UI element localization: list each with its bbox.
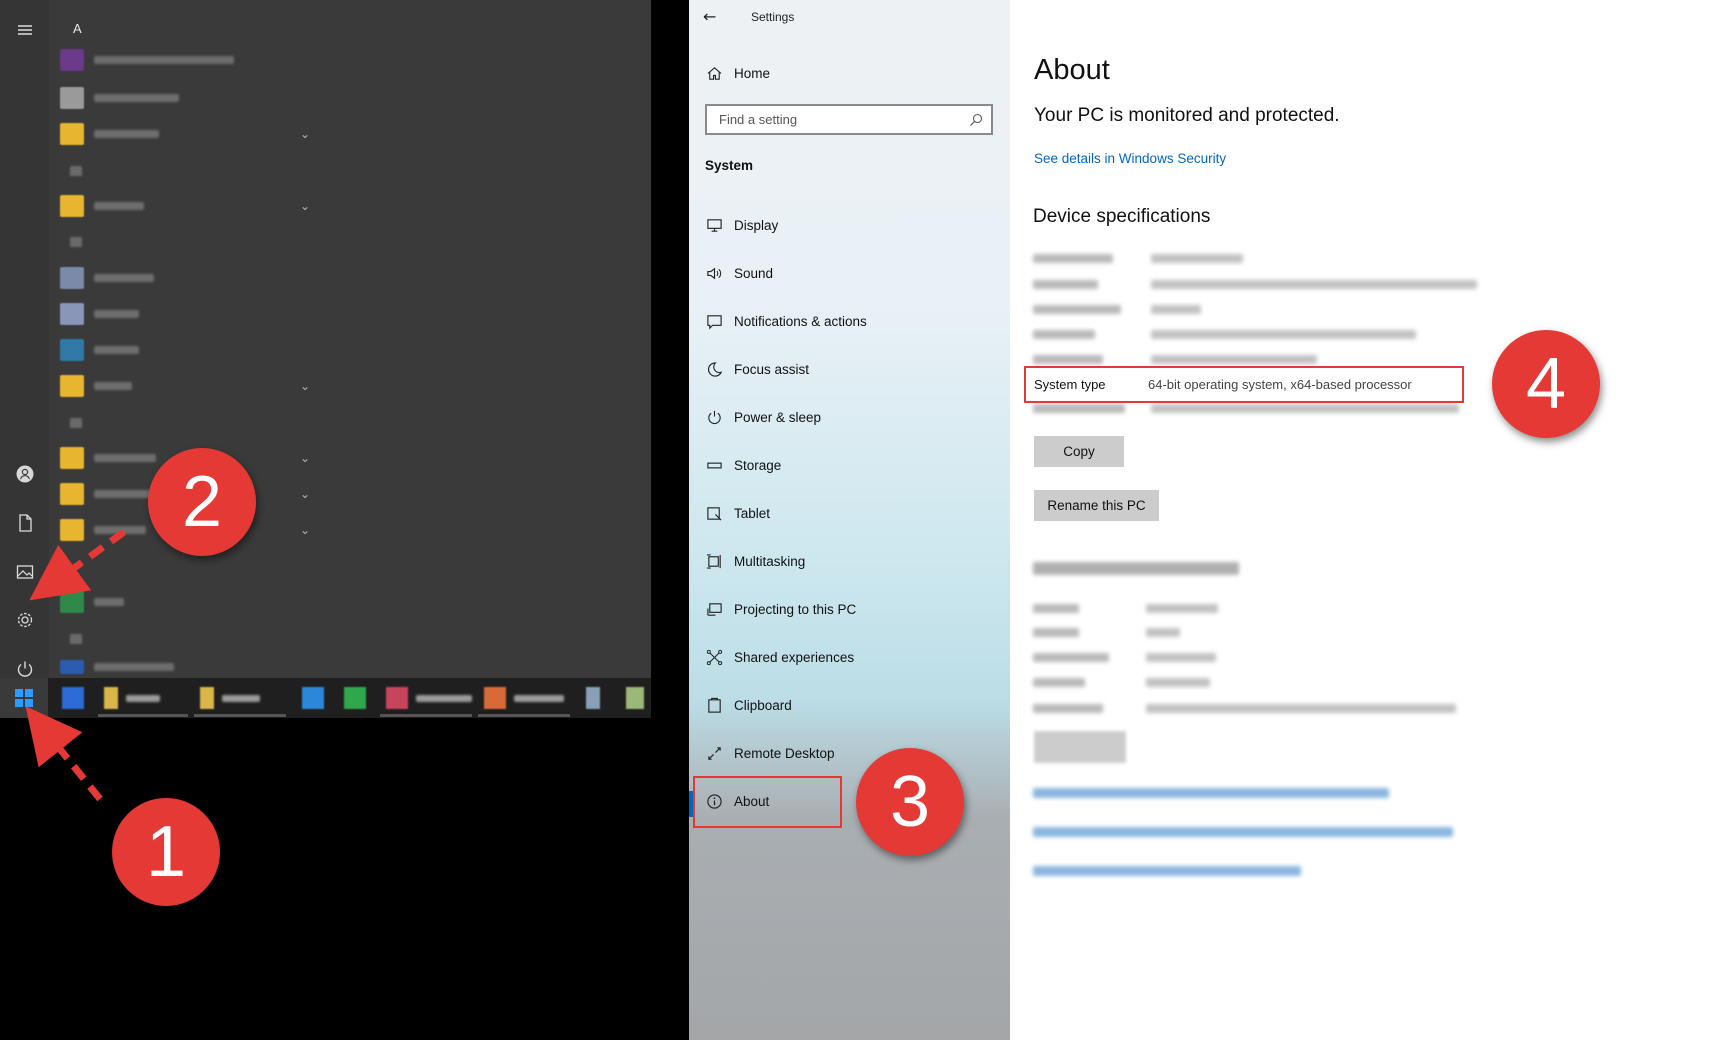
arrow-to-settings-icon (29, 529, 127, 601)
step-4-badge: 4 (1492, 330, 1600, 438)
annotation-arrows (25, 529, 127, 802)
step-3-badge: 3 (856, 748, 964, 856)
step-1-badge: 1 (112, 798, 220, 906)
step-2-badge: 2 (148, 448, 256, 556)
arrow-to-start-button (25, 706, 103, 802)
